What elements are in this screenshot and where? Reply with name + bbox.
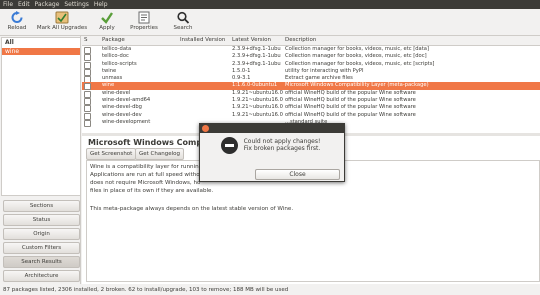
description-line: This meta-package always depends on the …: [90, 206, 294, 212]
description-line: Applications are run at full speed witho…: [90, 172, 204, 178]
error-dialog: Could not apply changes! Fix broken pack…: [199, 123, 345, 182]
reload-button[interactable]: Reload: [4, 10, 30, 34]
reload-icon: [11, 11, 23, 23]
table-row[interactable]: wine-devel-dev 1.9.21~ubuntu16.0 official …: [82, 111, 540, 120]
row-package: wine-devel: [102, 89, 131, 96]
dialog-titlebar: [200, 124, 344, 133]
row-package: wine: [102, 82, 115, 89]
menu-file[interactable]: File: [0, 0, 13, 9]
col-latest[interactable]: Latest Version: [232, 36, 271, 45]
row-latest: 2.3.9+dfsg.1-1ubu: [232, 46, 281, 52]
row-latest: 1:1.6.0-0ubuntu1: [232, 82, 278, 89]
row-description: official WineHQ build of the popular Win…: [285, 89, 416, 96]
apply-button[interactable]: Apply: [95, 10, 119, 34]
filter-item-selected[interactable]: wine: [2, 48, 80, 55]
dialog-close-icon[interactable]: [202, 125, 209, 132]
menu-settings[interactable]: Settings: [61, 0, 89, 9]
table-row[interactable]: tellico-scripts 2.3.9+dfsg.1-1ubu Collecti…: [82, 60, 540, 69]
row-latest: 0.9-3.1: [232, 75, 251, 82]
row-package: tellico-scripts: [102, 60, 137, 67]
row-checkbox[interactable]: [84, 119, 91, 127]
row-package: unmass: [102, 75, 123, 82]
row-description: Extract game archive files: [285, 75, 353, 82]
table-row[interactable]: unmass 0.9-3.1 Extract game archive files: [82, 75, 540, 84]
table-row[interactable]: tellico-doc 2.3.9+dfsg.1-1ubu Collection m…: [82, 53, 540, 62]
sidebar: All wine Sections Status Origin Custom F…: [0, 36, 81, 284]
table-row[interactable]: wine-devel 1.9.21~ubuntu16.0 official Wine…: [82, 89, 540, 98]
row-latest: 2.3.9+dfsg.1-1ubu: [232, 60, 281, 67]
row-description: utility for interacting with PyPI: [285, 67, 364, 74]
row-package: wine-devel-dev: [102, 111, 142, 118]
dialog-detail: Fix broken packages first.: [243, 145, 321, 152]
table-row[interactable]: wine 1:1.6.0-0ubuntu1 Microsoft Windows Co…: [82, 82, 540, 91]
properties-icon: [138, 11, 150, 24]
upgrade-icon: [55, 11, 69, 24]
row-package: wine-devel-dbg: [102, 104, 142, 111]
properties-label: Properties: [130, 25, 158, 31]
row-description: Collection manager for books, videos, mu…: [285, 53, 427, 60]
col-description[interactable]: Description: [285, 36, 316, 45]
architecture-button[interactable]: Architecture: [3, 270, 80, 282]
row-latest: 2.3.9+dfsg.1-1ubu: [232, 53, 281, 60]
col-status[interactable]: S: [84, 36, 88, 45]
col-package[interactable]: Package: [102, 36, 125, 45]
row-latest: 1.5.0-1: [232, 67, 251, 74]
reload-label: Reload: [7, 25, 27, 31]
col-installed[interactable]: Installed Version: [180, 36, 225, 45]
properties-button[interactable]: Properties: [126, 10, 162, 34]
row-description: Collection manager for books, videos, mu…: [285, 46, 429, 52]
row-description: Collection manager for books, videos, mu…: [285, 60, 435, 67]
toolbar: Reload Mark All Upgrades Apply Propertie…: [0, 9, 540, 36]
dialog-message: Could not apply changes!: [243, 138, 321, 145]
row-package: tellico-data: [102, 46, 132, 52]
row-description: official WineHQ build of the popular Win…: [285, 111, 416, 118]
get-screenshot-button[interactable]: Get Screenshot: [86, 148, 137, 160]
row-latest: 1.9.21~ubuntu16.0: [232, 89, 283, 96]
row-latest: 1.9.21~ubuntu16.0: [232, 104, 283, 111]
search-button[interactable]: Search: [170, 10, 196, 34]
row-latest: 1.9.21~ubuntu16.0: [232, 97, 283, 104]
apply-label: Apply: [99, 25, 115, 31]
search-icon: [177, 11, 190, 24]
description-line: Wine is a compatibility layer for runnin…: [90, 164, 210, 170]
menu-edit[interactable]: Edit: [15, 0, 30, 9]
row-package: wine-development: [102, 118, 151, 125]
search-label: Search: [173, 25, 193, 31]
filter-list: All wine: [1, 37, 81, 196]
sections-button[interactable]: Sections: [3, 200, 80, 212]
row-description: Microsoft Windows Compatibility Layer (m…: [285, 82, 429, 89]
close-button[interactable]: Close: [255, 169, 340, 180]
table-row[interactable]: wine-devel-amd64 1.9.21~ubuntu16.0 officia…: [82, 97, 540, 106]
table-row[interactable]: wine-devel-dbg 1.9.21~ubuntu16.0 official …: [82, 104, 540, 113]
menu-bar: File Edit Package Settings Help: [0, 0, 540, 9]
description-line: files in place of its own if they are av…: [90, 188, 214, 194]
get-changelog-button[interactable]: Get Changelog: [135, 148, 184, 160]
mark-all-upgrades-button[interactable]: Mark All Upgrades: [36, 10, 88, 34]
filter-header[interactable]: All: [2, 38, 80, 48]
apply-icon: [101, 12, 113, 24]
package-list: tellico-data 2.3.9+dfsg.1-1ubu Collection …: [82, 46, 540, 133]
menu-package[interactable]: Package: [32, 0, 60, 9]
search-results-button[interactable]: Search Results: [3, 256, 80, 268]
table-row[interactable]: tellico-data 2.3.9+dfsg.1-1ubu Collection …: [82, 46, 540, 54]
menu-help[interactable]: Help: [91, 0, 108, 9]
origin-button[interactable]: Origin: [3, 228, 80, 240]
mark-all-label: Mark All Upgrades: [36, 25, 88, 31]
table-row[interactable]: twine 1.5.0-1 utility for interacting with…: [82, 67, 540, 76]
custom-filters-button[interactable]: Custom Filters: [3, 242, 80, 254]
row-description: official WineHQ build of the popular Win…: [285, 97, 416, 104]
status-button[interactable]: Status: [3, 214, 80, 226]
row-package: wine-devel-amd64: [102, 97, 151, 104]
status-bar: 87 packages listed, 2306 installed, 2 br…: [0, 285, 540, 295]
row-package: twine: [102, 67, 117, 74]
row-package: tellico-doc: [102, 53, 129, 60]
table-header: S Package Installed Version Latest Versi…: [82, 36, 540, 46]
row-latest: 1.9.21~ubuntu16.0: [232, 111, 283, 118]
description-line: does not require Microsoft Windows, ho: [90, 180, 201, 186]
row-description: official WineHQ build of the popular Win…: [285, 104, 416, 111]
